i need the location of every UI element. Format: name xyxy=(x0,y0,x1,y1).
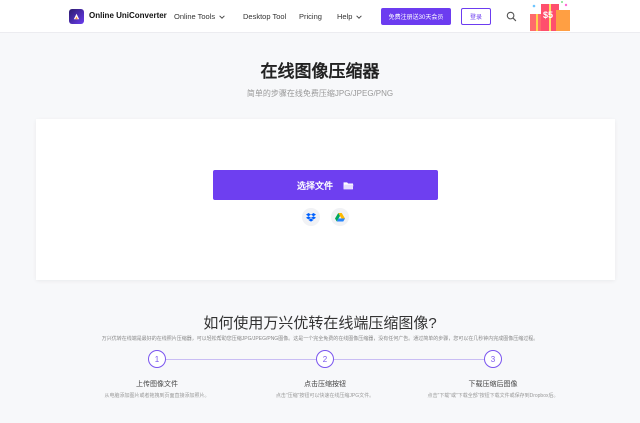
promo-gift-icon[interactable]: $5 xyxy=(528,0,572,33)
search-icon[interactable] xyxy=(506,11,517,22)
step-connector xyxy=(166,359,316,360)
nav-online-tools-label: Online Tools xyxy=(174,12,216,21)
select-file-label: 选择文件 xyxy=(296,180,333,191)
select-file-button[interactable]: 选择文件 xyxy=(213,170,438,200)
login-button[interactable]: 登录 xyxy=(461,8,491,25)
dropbox-icon xyxy=(306,212,316,222)
page-title: 在线图像压缩器 xyxy=(260,62,380,81)
upload-card: 选择文件 xyxy=(36,119,615,280)
promo-badge-text: $5 xyxy=(543,10,554,20)
step-desc-1: 从电脑添加图片或者拖拽到页面直接添加照片。 xyxy=(104,393,210,399)
chevron-down-icon xyxy=(356,14,363,19)
nav-help[interactable]: Help xyxy=(337,12,363,21)
nav-pricing[interactable]: Pricing xyxy=(299,12,322,21)
nav-help-label: Help xyxy=(337,12,353,21)
howto-description: 万兴优转在线端是最好的在线照片压缩器，可以轻松帮助您压缩JPG/JPEG/PNG… xyxy=(101,336,539,342)
folder-icon xyxy=(343,181,354,189)
google-drive-button[interactable] xyxy=(331,208,349,226)
step-title-1: 上传图像文件 xyxy=(136,381,178,388)
step-desc-3: 点击"下载"或"下载全部"按钮下载文件或保存到Dropbox后。 xyxy=(427,393,559,399)
brand-name[interactable]: Online UniConverter xyxy=(89,11,167,20)
step-desc-2: 点击"压缩"按钮可以快速在线压缩JPG文件。 xyxy=(275,393,375,399)
step-title-2: 点击压缩按钮 xyxy=(304,381,346,388)
brand-logo-icon[interactable] xyxy=(69,9,84,24)
step-number-2: 2 xyxy=(316,350,334,368)
step-number-3: 3 xyxy=(484,350,502,368)
page-subtitle: 简单的步骤在线免费压缩JPG/JPEG/PNG xyxy=(246,89,394,98)
howto-title: 如何使用万兴优转在线端压缩图像? xyxy=(203,315,437,332)
google-drive-icon xyxy=(335,212,345,221)
free-trial-button[interactable]: 免费注册送30天会员 xyxy=(381,8,451,25)
dropbox-button[interactable] xyxy=(302,208,320,226)
step-connector xyxy=(334,359,484,360)
nav-desktop-tool[interactable]: Desktop Tool xyxy=(243,12,286,21)
chevron-down-icon xyxy=(219,14,225,19)
nav-online-tools[interactable]: Online Tools xyxy=(174,12,226,21)
step-number-1: 1 xyxy=(148,350,166,368)
top-navbar: Online UniConverter Online Tools Desktop… xyxy=(0,0,640,33)
step-title-3: 下载压缩后图像 xyxy=(468,381,518,388)
